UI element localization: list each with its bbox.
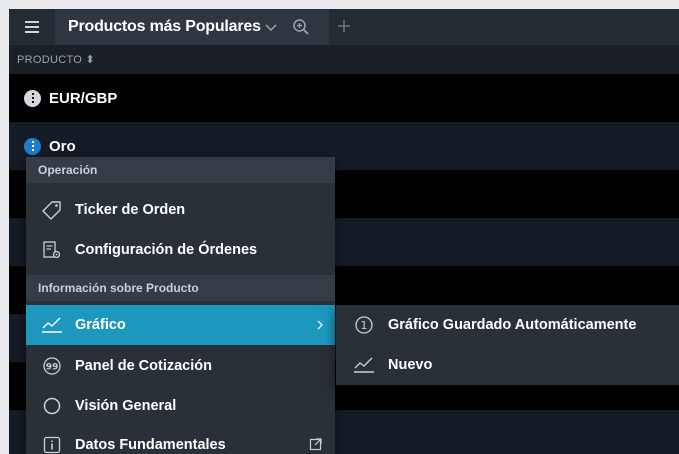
menu-item-panel-de-cotizacion[interactable]: 99 Panel de Cotización (26, 346, 335, 386)
section-title: Operación (38, 163, 98, 177)
tab-productos-populares[interactable]: Productos más Populares (55, 9, 329, 45)
quote-icon: 99 (40, 354, 64, 378)
tab-title: Productos más Populares (68, 18, 261, 35)
product-name: EUR/GBP (49, 89, 118, 107)
menu-item-label: Ticker de Orden (75, 202, 186, 218)
app-frame: Productos más Populares PRODUCTO ⬍ EUR/G… (9, 9, 679, 454)
submenu-item-nuevo[interactable]: Nuevo (336, 345, 679, 385)
menu-item-configuracion-de-ordenes[interactable]: Configuración de Órdenes (26, 230, 335, 270)
tag-icon (40, 198, 64, 222)
numbered-circle-text: 1 (361, 319, 368, 332)
menu-item-label: Visión General (75, 398, 177, 414)
menu-item-ticker-de-orden[interactable]: Ticker de Orden (26, 190, 335, 230)
section-operacion: Operación (26, 157, 335, 183)
zoom-in-icon[interactable] (292, 18, 310, 36)
order-settings-icon (40, 238, 64, 262)
plus-icon[interactable] (336, 18, 352, 34)
context-menu: Operación Ticker de Orden Configuración … (26, 157, 335, 454)
svg-text:99: 99 (46, 363, 59, 373)
submenu-item-label: Gráfico Guardado Automáticamente (388, 317, 637, 333)
submenu-item-grafico-guardado[interactable]: 1 Gráfico Guardado Automáticamente (336, 305, 679, 345)
info-icon[interactable] (24, 89, 41, 107)
menu-item-label: Configuración de Órdenes (75, 242, 258, 258)
menu-item-label: Panel de Cotización (75, 358, 212, 374)
info-box-icon (40, 433, 64, 454)
chevron-down-icon[interactable] (264, 20, 278, 34)
chart-line-icon (40, 313, 64, 337)
menu-item-grafico[interactable]: Gráfico (26, 305, 335, 345)
tab-bar: Productos más Populares (9, 9, 679, 45)
section-title: Información sobre Producto (38, 281, 199, 295)
chevron-right-icon (317, 320, 323, 330)
product-name: Oro (49, 137, 76, 155)
submenu-item-label: Nuevo (388, 357, 433, 373)
column-header-label: PRODUCTO ⬍ (17, 54, 96, 66)
chart-submenu: 1 Gráfico Guardado Automáticamente Nuevo (336, 305, 679, 385)
menu-item-datos-fundamentales[interactable]: Datos Fundamentales (26, 425, 335, 454)
menu-item-label: Datos Fundamentales (75, 437, 226, 453)
menu-item-label: Gráfico (75, 317, 126, 333)
hamburger-menu-button[interactable] (9, 9, 55, 45)
external-link-icon[interactable] (309, 437, 323, 451)
numbered-circle-icon: 1 (353, 314, 375, 336)
chart-line-icon (353, 354, 375, 376)
table-row[interactable]: EUR/GBP (9, 74, 679, 122)
hamburger-menu-icon (25, 21, 39, 33)
column-header-producto[interactable]: PRODUCTO ⬍ (9, 45, 679, 74)
section-informacion-producto: Información sobre Producto (26, 275, 335, 301)
info-icon[interactable] (24, 137, 41, 155)
circle-icon (40, 394, 64, 418)
menu-item-vision-general[interactable]: Visión General (26, 386, 335, 426)
